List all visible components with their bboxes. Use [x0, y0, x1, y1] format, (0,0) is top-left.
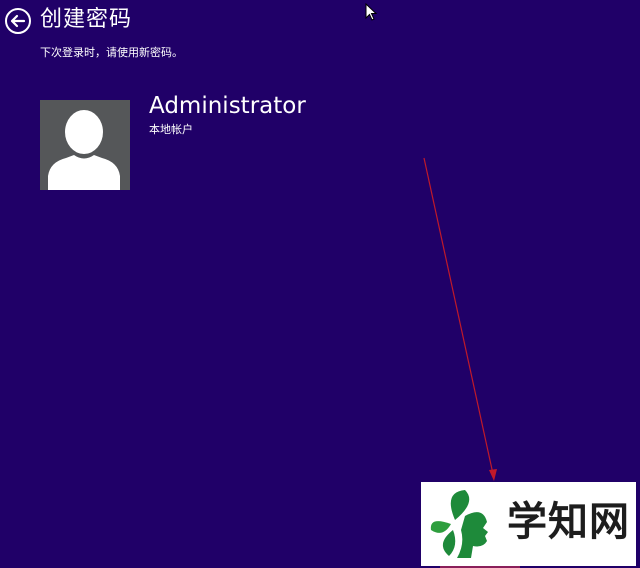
watermark: 学知网: [421, 482, 636, 566]
watermark-text: 学知网: [507, 499, 630, 545]
leaf-face-logo-icon: [430, 490, 488, 558]
